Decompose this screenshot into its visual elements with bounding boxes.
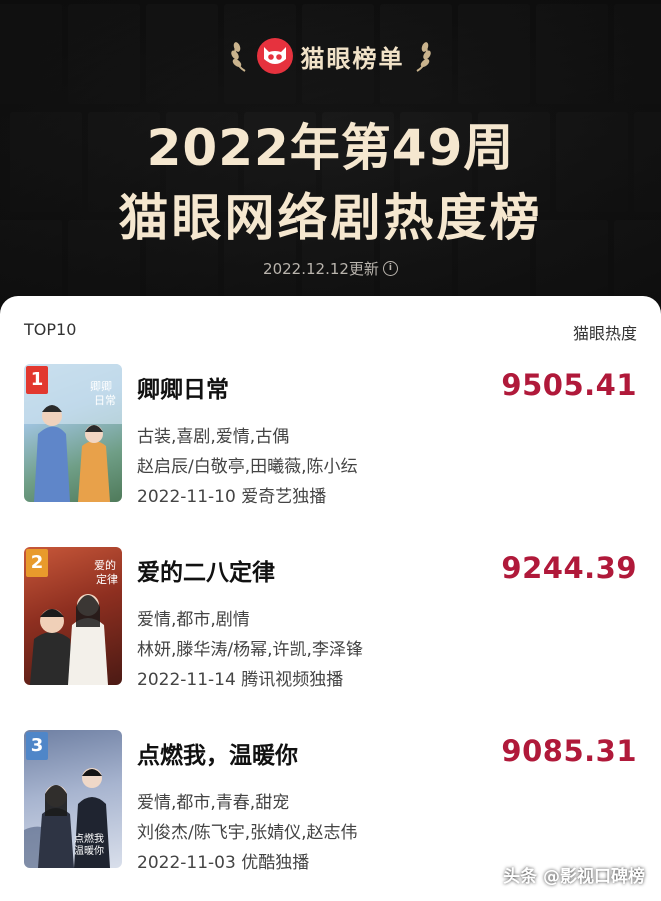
top10-label: TOP10 xyxy=(24,320,77,339)
rank-badge: 1 xyxy=(26,366,48,394)
svg-text:点燃我: 点燃我 xyxy=(74,832,104,845)
brand-name: 猫眼榜单 xyxy=(300,44,405,73)
cat-eye-logo-icon xyxy=(256,38,293,74)
drama-genre: 爱情,都市,青春,甜宠 xyxy=(137,793,290,813)
svg-text:爱的: 爱的 xyxy=(94,558,116,572)
rank-badge: 2 xyxy=(26,549,48,577)
svg-text:定律: 定律 xyxy=(96,572,118,586)
info-icon[interactable]: i xyxy=(382,261,398,276)
update-date-text: 2022.12.12更新 xyxy=(263,260,379,278)
drama-genre: 古装,喜剧,爱情,古偶 xyxy=(137,427,290,447)
drama-cast: 赵启辰/白敬亭,田曦薇,陈小纭 xyxy=(137,457,358,477)
drama-release: 2022-11-03 优酷独播 xyxy=(137,853,310,873)
heat-score: 9244.39 xyxy=(501,551,637,585)
drama-title[interactable]: 爱的二八定律 xyxy=(137,553,275,587)
heat-score: 9085.31 xyxy=(501,734,637,768)
page-title-week: 2022年第49周 xyxy=(146,119,515,177)
update-date: 2022.12.12更新 i xyxy=(0,258,661,279)
header-banner: 猫眼榜单 2022年第49周 猫眼网络剧热度榜 2022.12.12更新 i xyxy=(0,0,661,320)
ranking-card: TOP10 猫眼热度 卿卿 日常 1 卿卿日常 9505.41 古装,喜剧,爱情… xyxy=(0,296,661,901)
laurel-right-icon xyxy=(415,42,431,72)
drama-release: 2022-11-14 腾讯视频独播 xyxy=(137,670,344,690)
drama-title[interactable]: 点燃我，温暖你 xyxy=(137,736,298,770)
ranking-item[interactable]: 点燃我 温暖你 3 点燃我，温暖你 9085.31 爱情,都市,青春,甜宠 刘俊… xyxy=(24,730,637,873)
drama-cast: 刘俊杰/陈飞宇,张婧仪,赵志伟 xyxy=(137,823,358,843)
source-watermark: 头条 @影视口碑榜 xyxy=(503,867,645,887)
ranking-item[interactable]: 爱的 定律 2 爱的二八定律 9244.39 爱情,都市,剧情 林妍,滕华涛/杨… xyxy=(24,547,637,690)
brand-row: 猫眼榜单 xyxy=(0,38,661,74)
drama-poster[interactable]: 卿卿 日常 1 xyxy=(24,364,122,502)
svg-text:温暖你: 温暖你 xyxy=(74,844,104,857)
drama-poster[interactable]: 爱的 定律 2 xyxy=(24,547,122,685)
rank-badge: 3 xyxy=(26,732,48,760)
drama-cast: 林妍,滕华涛/杨幂,许凯,李泽锋 xyxy=(137,640,363,660)
ranking-header: TOP10 猫眼热度 xyxy=(24,320,637,343)
heat-column-label: 猫眼热度 xyxy=(572,324,637,343)
drama-poster[interactable]: 点燃我 温暖你 3 xyxy=(24,730,122,868)
svg-text:卿卿: 卿卿 xyxy=(90,380,112,393)
laurel-left-icon xyxy=(230,42,246,72)
drama-genre: 爱情,都市,剧情 xyxy=(137,610,250,630)
drama-release: 2022-11-10 爱奇艺独播 xyxy=(137,487,327,507)
ranking-item[interactable]: 卿卿 日常 1 卿卿日常 9505.41 古装,喜剧,爱情,古偶 赵启辰/白敬亭… xyxy=(24,364,637,507)
drama-title[interactable]: 卿卿日常 xyxy=(137,370,229,404)
heat-score: 9505.41 xyxy=(501,368,637,402)
svg-text:日常: 日常 xyxy=(94,394,116,407)
page-title-chart: 猫眼网络剧热度榜 xyxy=(118,189,543,247)
